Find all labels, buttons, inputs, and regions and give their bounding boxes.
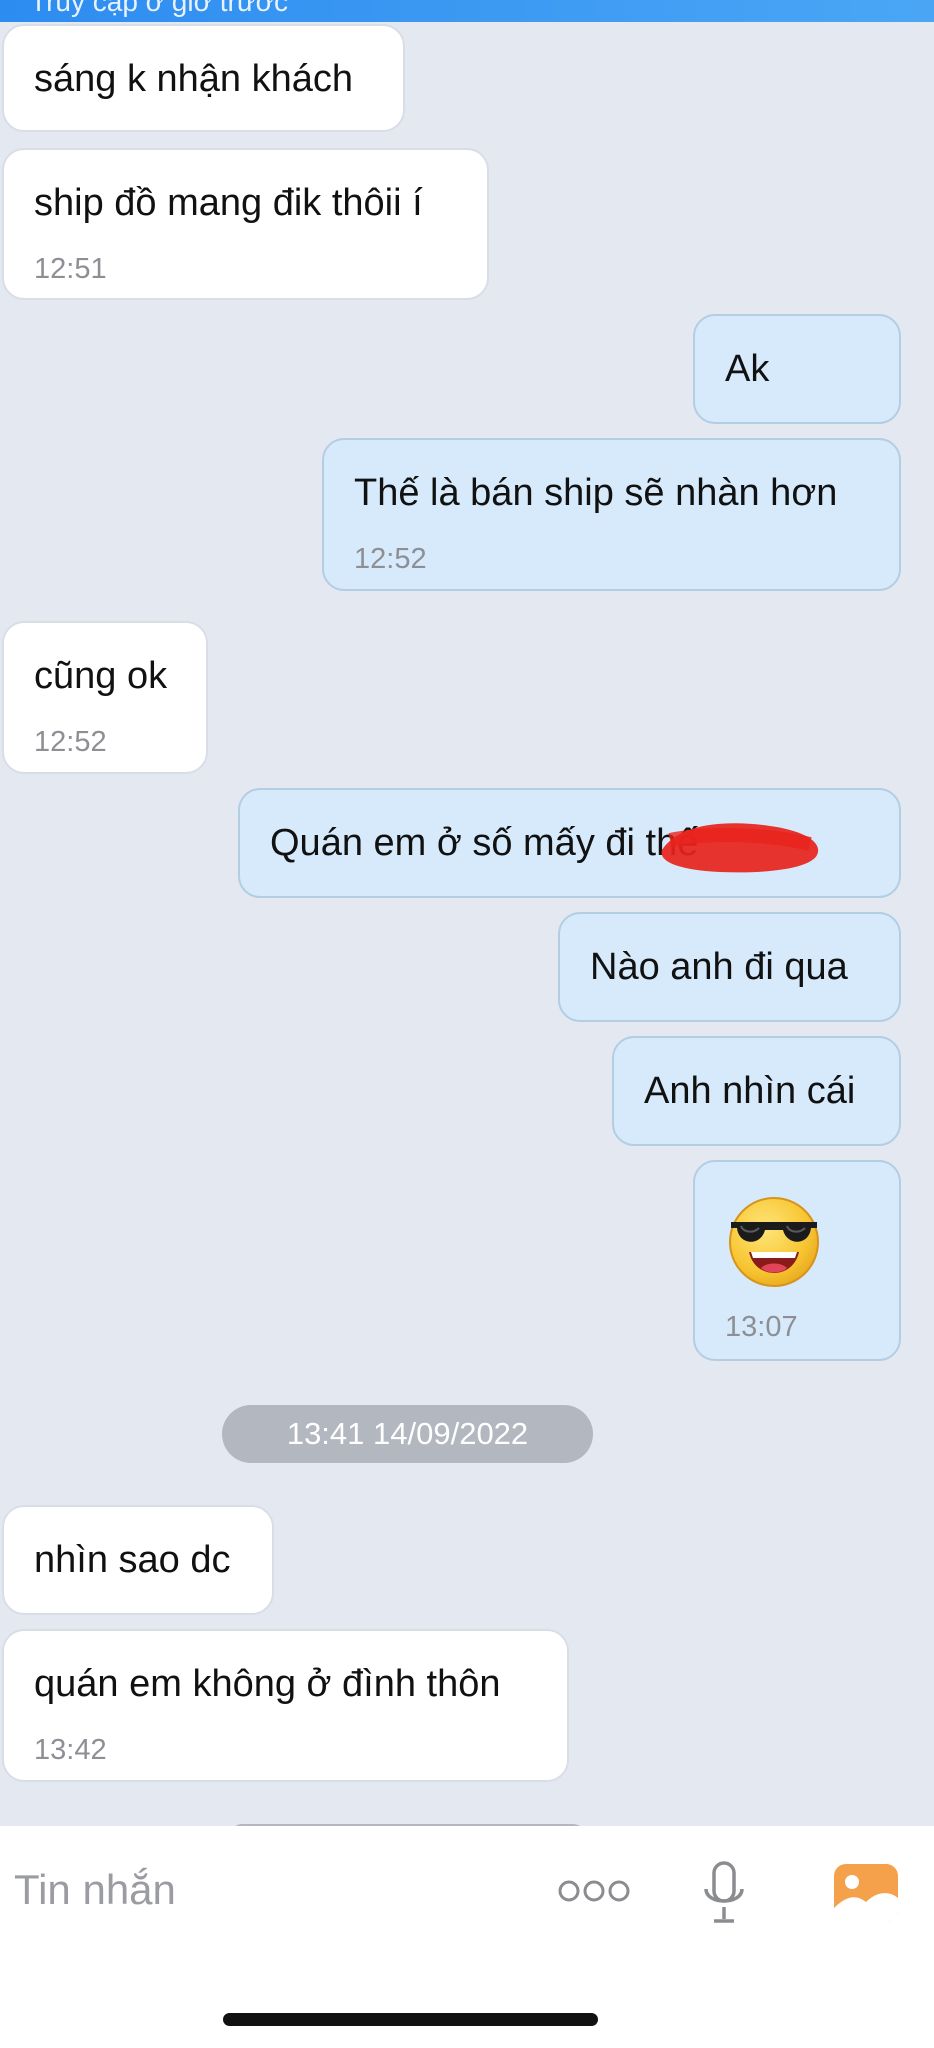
message-bubble-incoming[interactable]: cũng ok 12:52 bbox=[2, 621, 208, 774]
message-timestamp: 12:52 bbox=[34, 726, 107, 758]
message-text: ship đồ mang đik thôii í bbox=[34, 182, 423, 224]
message-timestamp: 12:51 bbox=[34, 253, 107, 285]
message-text: cũng ok bbox=[34, 655, 168, 697]
message-input[interactable]: Tin nhắn bbox=[14, 1866, 176, 1914]
message-text: quán em không ở đình thôn bbox=[34, 1663, 501, 1705]
message-bubble-outgoing[interactable]: Quán em ở số mấy đi thế bbox=[238, 788, 901, 898]
message-bubble-incoming[interactable]: nhìn sao dc bbox=[2, 1505, 274, 1615]
redaction-scribble bbox=[661, 823, 819, 873]
message-input-bar: Tin nhắn bbox=[0, 1826, 934, 2048]
message-bubble-outgoing[interactable]: Ak bbox=[693, 314, 901, 424]
message-bubble-incoming[interactable]: quán em không ở đình thôn 13:42 bbox=[2, 1629, 569, 1782]
message-bubble-outgoing[interactable]: Nào anh đi qua bbox=[558, 912, 901, 1022]
message-text: Nào anh đi qua bbox=[590, 946, 848, 988]
home-indicator bbox=[223, 2013, 598, 2026]
status-strip: Truy cập ở giờ trước bbox=[0, 0, 934, 22]
message-bubble-incoming[interactable]: sáng k nhận khách bbox=[2, 24, 405, 132]
message-text: sáng k nhận khách bbox=[34, 58, 354, 100]
message-bubble-outgoing[interactable]: Thế là bán ship sẽ nhàn hơn 12:52 bbox=[322, 438, 901, 591]
sunglasses-emoji-icon bbox=[725, 1192, 823, 1290]
message-bubble-incoming[interactable]: ship đồ mang đik thôii í 12:51 bbox=[2, 148, 489, 300]
message-bubble-outgoing[interactable]: Anh nhìn cái bbox=[612, 1036, 901, 1146]
image-gallery-icon[interactable] bbox=[832, 1862, 900, 1924]
message-timestamp: 12:52 bbox=[354, 543, 427, 575]
message-text: Anh nhìn cái bbox=[644, 1070, 856, 1112]
message-bubble-outgoing[interactable]: 13:07 bbox=[693, 1160, 901, 1361]
message-timestamp: 13:42 bbox=[34, 1734, 107, 1766]
date-separator: 13:41 14/09/2022 bbox=[222, 1405, 593, 1463]
message-text: Thế là bán ship sẽ nhàn hơn bbox=[354, 472, 838, 514]
message-text: Ak bbox=[725, 348, 770, 390]
message-timestamp: 13:07 bbox=[725, 1311, 798, 1343]
more-dots-icon[interactable] bbox=[556, 1878, 632, 1904]
status-strip-text: Truy cập ở giờ trước bbox=[30, 0, 288, 17]
message-text: Quán em ở số mấy đi thế bbox=[270, 822, 699, 864]
message-text: nhìn sao dc bbox=[34, 1539, 231, 1581]
microphone-icon[interactable] bbox=[700, 1861, 748, 1925]
